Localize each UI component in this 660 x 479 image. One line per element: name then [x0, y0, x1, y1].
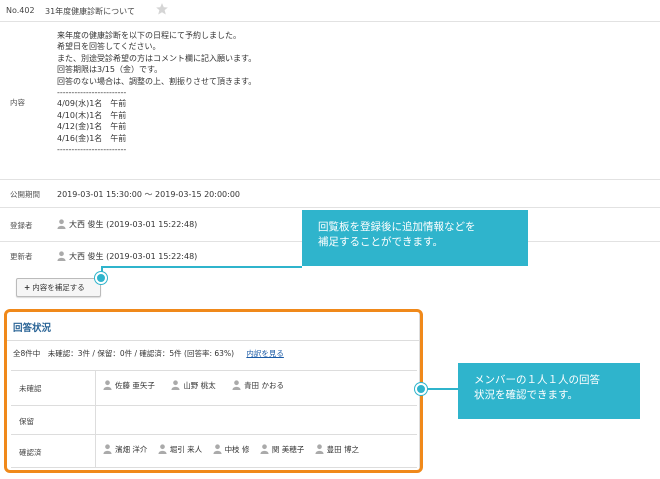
- updater-name: 大西 俊生: [69, 252, 104, 261]
- period-row: 公開期間 2019-03-01 15:30:00 ～ 2019-03-15 20…: [0, 180, 660, 208]
- callout-text: メンバーの１人１人の回答: [474, 374, 600, 386]
- callout-answer-status: メンバーの１人１人の回答 状況を確認できます。: [458, 363, 640, 419]
- person-icon: [57, 219, 66, 229]
- updater-label: 更新者: [10, 252, 33, 261]
- notice-number: No.402: [6, 6, 35, 15]
- content-line: また、別途受診希望の方はコメント欄に記入願います。: [57, 53, 257, 63]
- callout-connector: [426, 388, 458, 390]
- notice-title: 31年度健康診断について: [45, 7, 135, 16]
- callout-text: 補足することができます。: [318, 236, 443, 248]
- add-content-label: 内容を補足する: [32, 283, 85, 292]
- page-header: No.402 31年度健康診断について: [0, 0, 660, 22]
- person-icon: [57, 251, 66, 261]
- content-line: ------------------------: [57, 145, 127, 155]
- callout-dot: [95, 272, 107, 284]
- registrant-value: 大西 俊生 (2019-03-01 15:22:48): [57, 219, 197, 230]
- registrant-name: 大西 俊生: [69, 220, 104, 229]
- registrant-label: 登録者: [10, 221, 33, 230]
- callout-text: 状況を確認できます。: [474, 389, 578, 401]
- content-line: 回答のない場合は、調整の上、割振りさせて頂きます。: [57, 76, 257, 86]
- callout-dot: [415, 383, 427, 395]
- content-line: ------------------------: [57, 88, 127, 98]
- content-line: 4/16(金)1名 午前: [57, 133, 127, 143]
- content-line: 希望日を回答してください。: [57, 42, 161, 52]
- star-icon[interactable]: [155, 2, 169, 16]
- callout-connector: [101, 266, 302, 268]
- content-row: 内容 来年度の健康診断を以下の日程にて予約しました。 希望日を回答してください。…: [0, 22, 660, 180]
- content-line: 来年度の健康診断を以下の日程にて予約しました。: [57, 31, 241, 40]
- content-line: 4/09(水)1名 午前: [57, 99, 127, 109]
- content-body: 来年度の健康診断を以下の日程にて予約しました。 希望日を回答してください。 また…: [57, 30, 256, 155]
- registrant-time: (2019-03-01 15:22:48): [106, 220, 198, 229]
- updater-value: 大西 俊生 (2019-03-01 15:22:48): [57, 251, 197, 262]
- callout-supplement: 回覧板を登録後に追加情報などを 補足することができます。: [302, 210, 528, 266]
- updater-time: (2019-03-01 15:22:48): [106, 252, 198, 261]
- period-value: 2019-03-01 15:30:00 ～ 2019-03-15 20:00:0…: [57, 190, 241, 199]
- add-content-button[interactable]: + 内容を補足する: [16, 278, 101, 297]
- plus-icon: +: [24, 283, 31, 292]
- highlight-box: [4, 309, 423, 473]
- content-line: 回答期限は3/15（金）です。: [57, 65, 163, 75]
- content-label: 内容: [10, 98, 25, 107]
- content-line: 4/10(木)1名 午前: [57, 110, 127, 120]
- content-line: 4/12(金)1名 午前: [57, 122, 127, 132]
- period-label: 公開期間: [10, 190, 40, 199]
- callout-text: 回覧板を登録後に追加情報などを: [318, 221, 476, 233]
